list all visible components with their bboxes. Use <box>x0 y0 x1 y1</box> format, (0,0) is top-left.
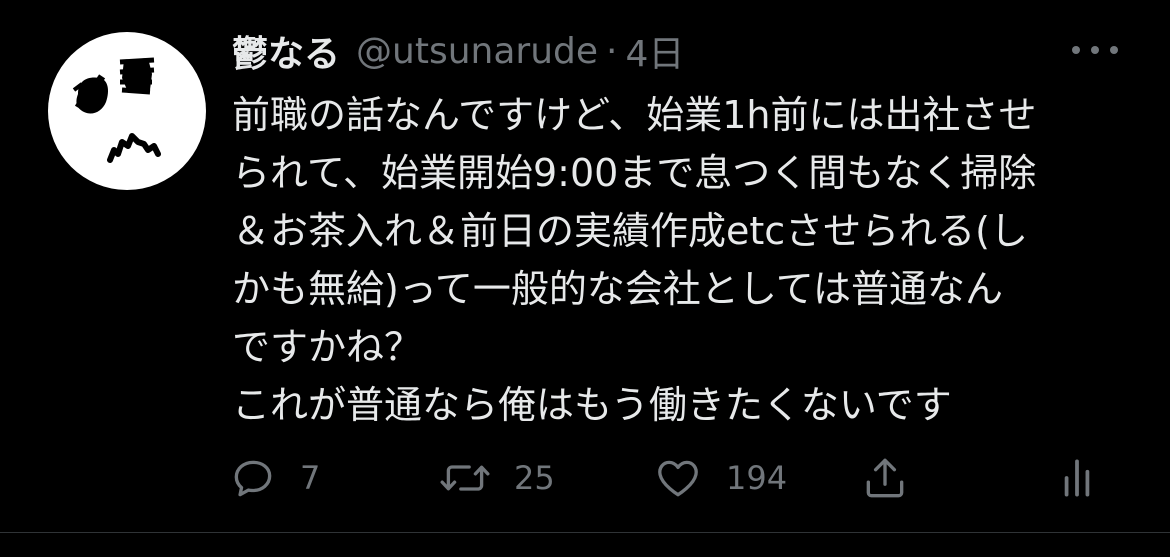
timestamp[interactable]: 4日 <box>625 25 684 77</box>
retweet-button[interactable]: 25 <box>438 450 555 506</box>
reply-count: 7 <box>300 459 321 497</box>
tweet-text-line: かも無給)って一般的な会社としては普通なん <box>232 267 1004 311</box>
tweet-text-line: ＆お茶入れ＆前日の実績作成etcさせられる(し <box>232 209 1028 253</box>
reply-icon <box>234 460 272 497</box>
share-icon <box>866 458 904 498</box>
retweet-icon <box>440 465 490 491</box>
tweet-divider <box>0 532 1170 533</box>
tweet-text-line: これが普通なら俺はもう働きたくないです <box>232 383 952 427</box>
tweet[interactable]: 鬱なる @utsunarude · 4日 前職の話なんですけど、始業1h前には出… <box>0 0 1170 557</box>
tweet-header: 鬱なる @utsunarude · 4日 <box>232 26 684 76</box>
tweet-text-line: ですかね？ <box>232 325 423 369</box>
like-button[interactable]: 194 <box>652 450 787 506</box>
more-horizontal-icon <box>1072 46 1080 54</box>
reply-button[interactable]: 7 <box>228 450 320 506</box>
avatar-face-icon <box>72 57 161 163</box>
heart-icon <box>658 460 698 497</box>
tweet-text-line: 前職の話なんですけど、始業1h前には出社させ <box>232 93 1037 137</box>
retweet-count: 25 <box>514 459 555 497</box>
like-count: 194 <box>726 459 788 497</box>
user-handle[interactable]: @utsunarude <box>356 31 598 72</box>
avatar[interactable] <box>48 32 206 190</box>
display-name[interactable]: 鬱なる <box>232 25 340 77</box>
stats-button[interactable] <box>1060 450 1094 506</box>
more-options-button[interactable] <box>1072 38 1118 62</box>
separator-dot: · <box>606 30 618 72</box>
tweet-text-line: られて、始業開始9:00まで息つく間もなく掃除 <box>232 151 1037 195</box>
share-button[interactable] <box>860 450 910 506</box>
tweet-text: 前職の話なんですけど、始業1h前には出社させ られて、始業開始9:00まで息つく… <box>232 86 1132 434</box>
stats-icon <box>1064 459 1090 497</box>
action-bar: 7 25 194 <box>228 450 1108 506</box>
